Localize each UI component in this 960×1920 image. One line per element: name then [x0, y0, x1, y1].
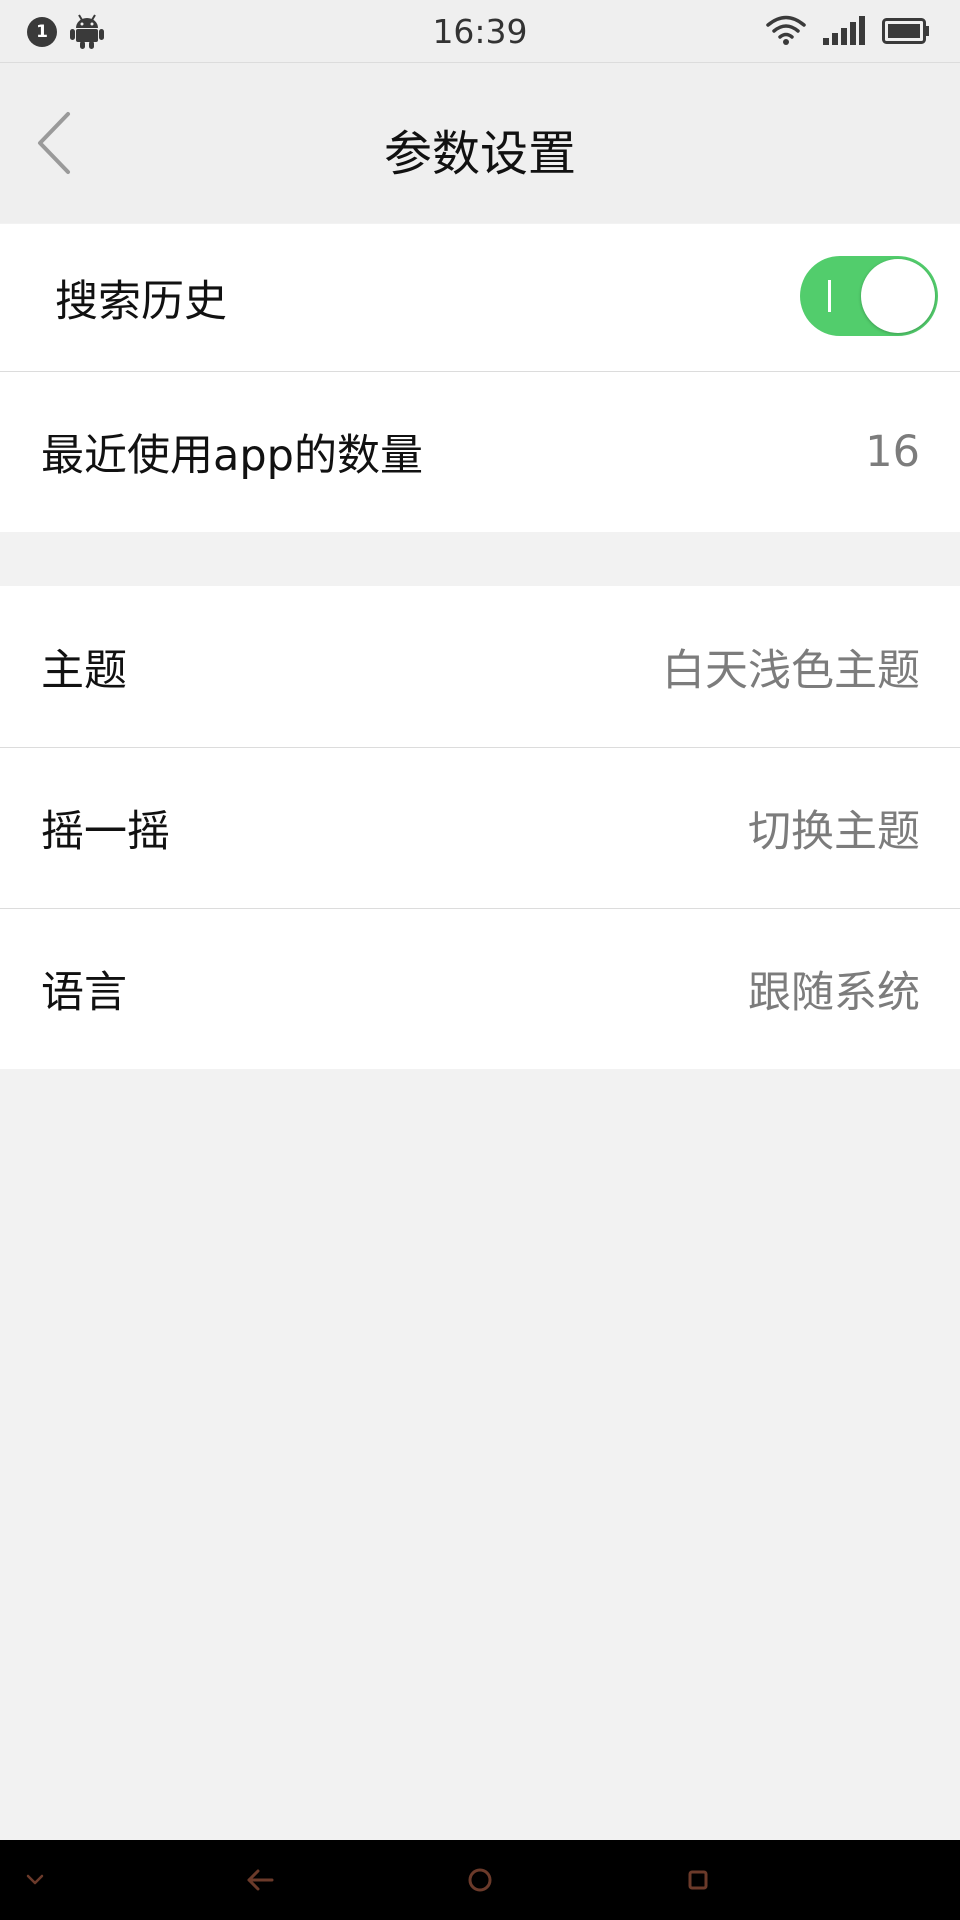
toggle-knob	[861, 259, 935, 333]
theme-value: 白天浅色主题	[662, 645, 920, 696]
settings-group-general: 搜索历史 最近使用app的数量 16	[0, 224, 960, 532]
recent-apps-label: 最近使用app的数量	[41, 431, 423, 481]
search-history-row[interactable]: 搜索历史	[0, 224, 960, 371]
language-row[interactable]: 语言 跟随系统	[0, 908, 960, 1069]
nav-back-button[interactable]	[230, 1840, 290, 1920]
language-value: 跟随系统	[748, 968, 920, 1018]
shake-label: 摇一摇	[41, 807, 170, 857]
search-history-toggle[interactable]	[800, 256, 938, 336]
wifi-icon	[766, 15, 806, 45]
recents-square-icon	[688, 1870, 708, 1890]
shake-row[interactable]: 摇一摇 切换主题	[0, 747, 960, 908]
hide-nav-button[interactable]	[10, 1840, 60, 1920]
nav-recents-button[interactable]	[668, 1840, 728, 1920]
theme-label: 主题	[41, 645, 127, 696]
signal-icon	[823, 16, 865, 45]
recent-apps-row[interactable]: 最近使用app的数量 16	[0, 371, 960, 532]
status-bar: 1 16:39	[0, 0, 960, 63]
page-title: 参数设置	[383, 126, 576, 182]
status-time: 16:39	[432, 12, 528, 51]
theme-row[interactable]: 主题 白天浅色主题	[0, 586, 960, 747]
navigation-bar	[0, 1840, 960, 1920]
search-history-label: 搜索历史	[55, 276, 227, 327]
battery-icon	[882, 18, 929, 44]
recent-apps-value: 16	[865, 427, 920, 477]
settings-group-appearance: 主题 白天浅色主题 摇一摇 切换主题 语言 跟随系统	[0, 586, 960, 1069]
toggle-on-mark	[828, 280, 831, 312]
chevron-down-icon	[26, 1874, 44, 1885]
title-bar: 参数设置	[0, 63, 960, 223]
nav-home-button[interactable]	[450, 1840, 510, 1920]
shake-value: 切换主题	[748, 807, 920, 857]
language-label: 语言	[41, 968, 127, 1018]
home-circle-icon	[468, 1868, 492, 1892]
back-arrow-icon	[247, 1869, 274, 1891]
